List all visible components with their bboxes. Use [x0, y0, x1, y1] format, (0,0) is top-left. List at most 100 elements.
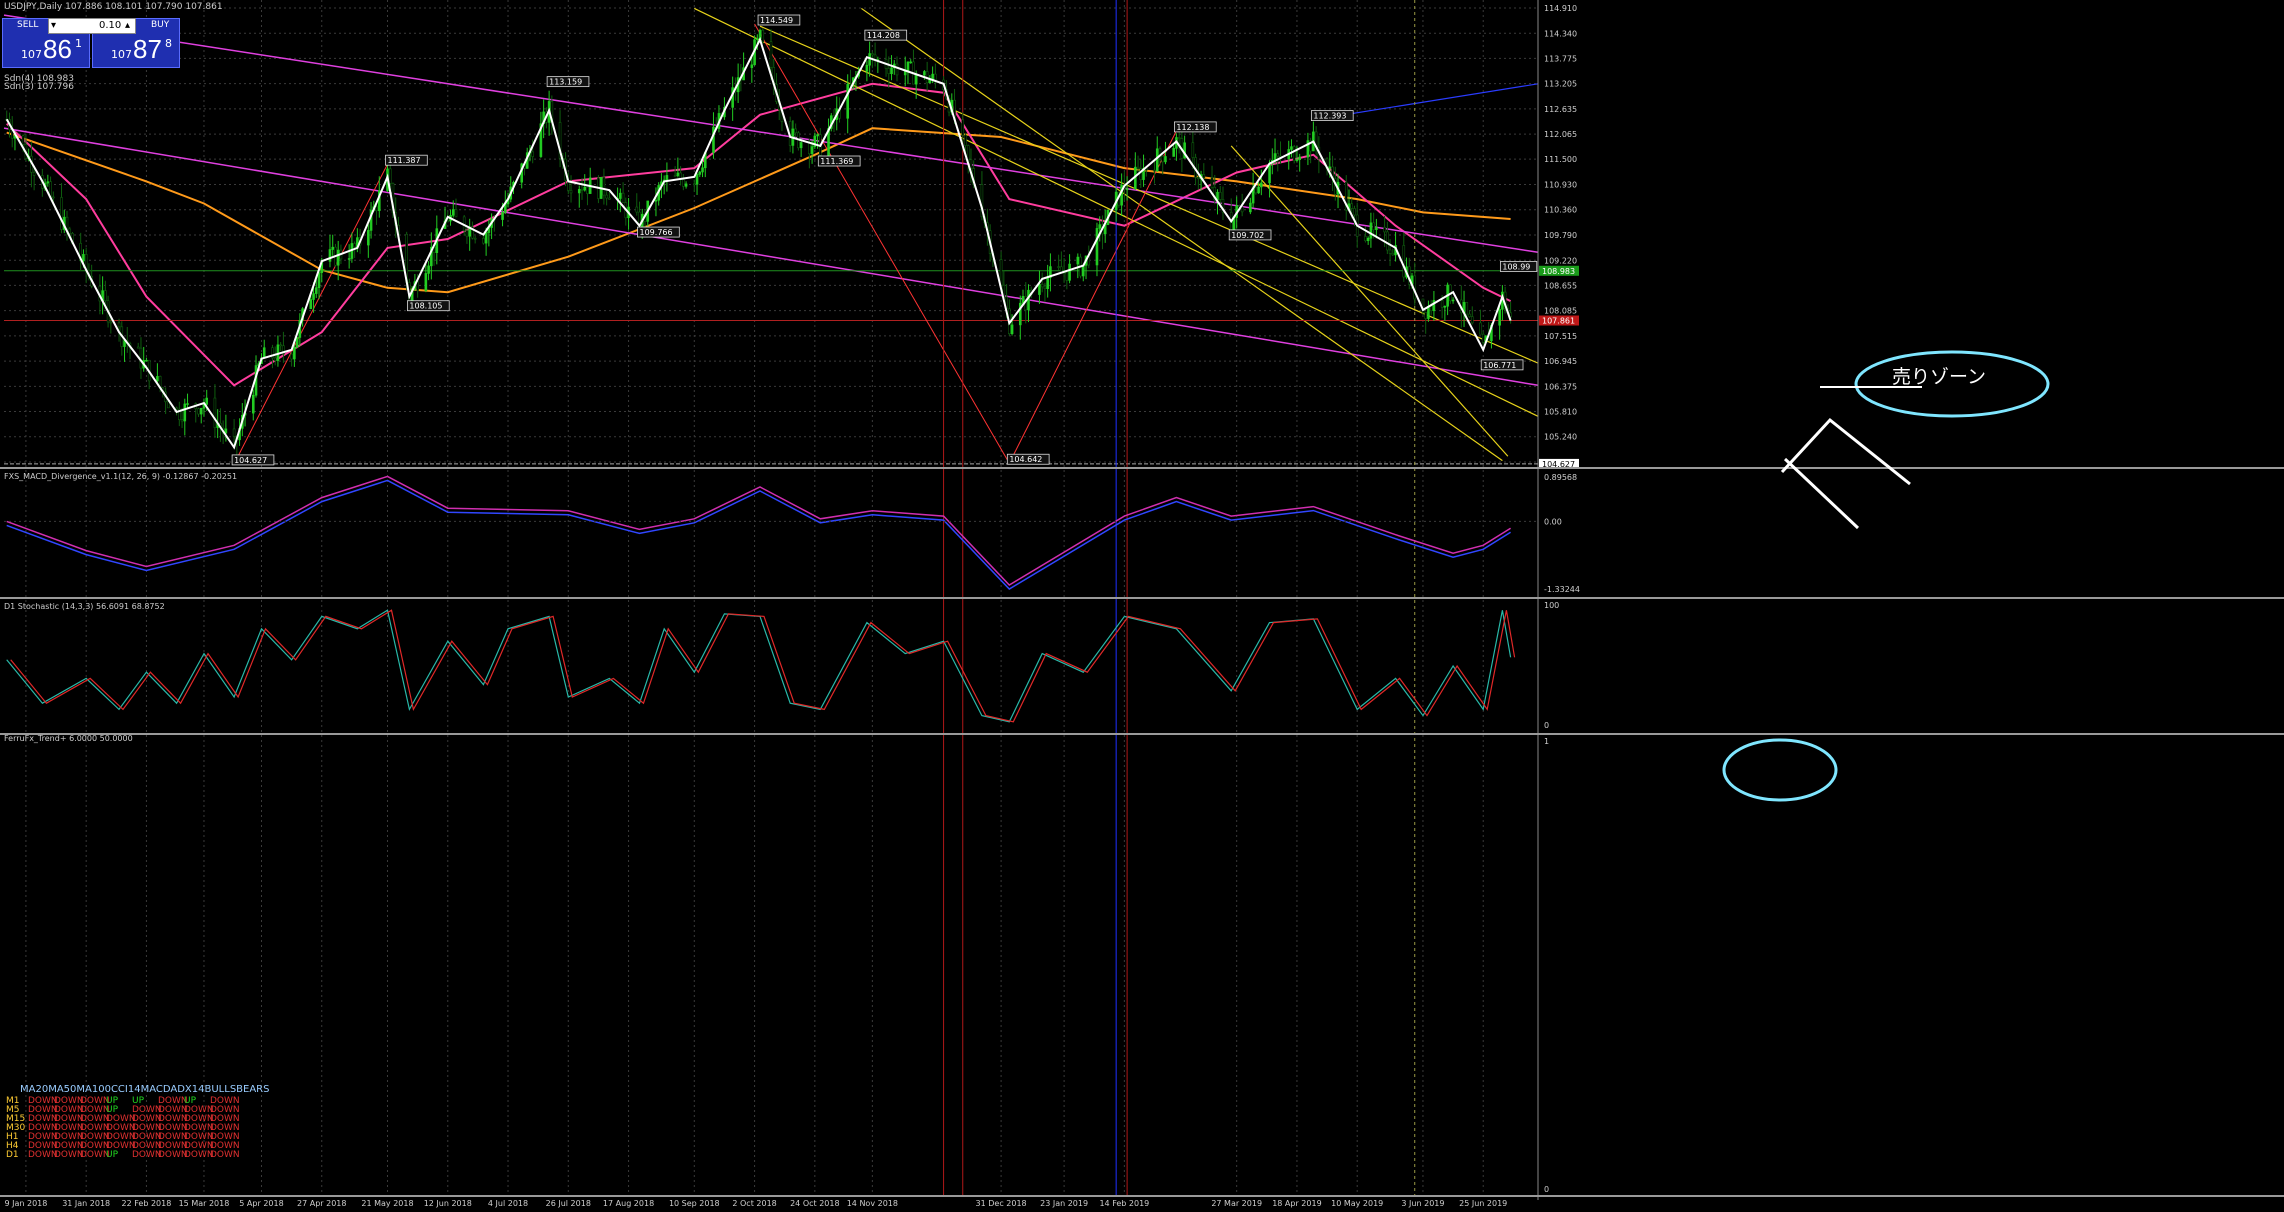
candle-body: [1498, 309, 1501, 326]
lot-decrease-icon[interactable]: ▾: [51, 20, 56, 31]
candle-body: [1440, 300, 1444, 308]
candle-body: [665, 175, 669, 181]
pivot-label: 104.627: [234, 456, 267, 465]
price-tick-label: 108.655: [1544, 281, 1577, 290]
candle-body: [1076, 256, 1080, 265]
candle-body: [1202, 174, 1206, 179]
candle-body: [698, 171, 702, 175]
time-tick-label: 15 Mar 2018: [179, 1199, 230, 1208]
macd-panel: FXS_MACD_Divergence_v1.1(12, 26, 9) -0.1…: [4, 472, 1580, 594]
candle-body: [1353, 208, 1356, 216]
zigzag-red-1: [233, 163, 388, 465]
chart-canvas[interactable]: 104.627 111.387 108.105 113.159 109.766 114.5…: [0, 0, 2284, 1212]
candle-body: [375, 206, 378, 211]
candle-body: [68, 228, 72, 234]
candle-body: [684, 183, 688, 187]
pivot-label: 114.208: [867, 31, 900, 40]
candle-body: [1249, 202, 1252, 213]
zigzag-red-down: [754, 23, 1010, 464]
candle-body: [1364, 236, 1367, 242]
candle-body: [895, 63, 899, 76]
candle-body: [909, 61, 913, 64]
candle-body: [750, 64, 754, 68]
candle-body: [1388, 249, 1392, 254]
candle-body: [1292, 146, 1296, 161]
candle-body: [273, 357, 277, 361]
candle-body: [1240, 206, 1244, 213]
trend-cell: DOWN: [80, 1150, 110, 1160]
trend-cell: DOWN: [54, 1150, 84, 1160]
candle-body: [60, 197, 63, 230]
candle-body: [290, 353, 293, 360]
time-tick-label: 3 Jun 2019: [1401, 1199, 1444, 1208]
candle-body: [1038, 283, 1041, 295]
candle-body: [213, 397, 217, 428]
candle-body: [1257, 186, 1260, 194]
price-marker-green: 108.983: [1542, 267, 1575, 276]
candle-body: [65, 216, 69, 230]
candle-body: [32, 171, 36, 176]
candle-body: [676, 172, 680, 176]
candle-body: [654, 199, 658, 202]
candle-body: [906, 61, 910, 72]
trend-cell: UP: [106, 1150, 119, 1160]
candle-body: [199, 407, 203, 415]
buy-price-sup: 8: [165, 37, 172, 50]
time-tick-label: 27 Apr 2018: [297, 1199, 346, 1208]
time-tick-label: 18 Apr 2019: [1272, 1199, 1321, 1208]
price-tick-label: 110.360: [1544, 206, 1577, 215]
candle-body: [756, 38, 759, 40]
pivot-label: 108.105: [409, 302, 442, 311]
candle-body: [145, 359, 148, 362]
candle-body: [312, 293, 315, 300]
time-tick-label: 14 Feb 2019: [1099, 1199, 1149, 1208]
candle-body: [602, 177, 606, 196]
yellow-channel-3: [1230, 145, 1509, 457]
candle-body: [923, 71, 926, 76]
panel-separators: [0, 467, 2284, 1197]
macd-axis-label: 0.00: [1544, 517, 1562, 526]
candle-body: [183, 403, 187, 422]
pivot-label: 111.387: [388, 156, 421, 165]
pivot-labels: 104.627 111.387 108.105 113.159 109.766 114.5…: [231, 14, 1538, 466]
lot-size-input[interactable]: ▾ 0.10 ▴: [48, 18, 136, 34]
candle-body: [347, 258, 351, 260]
macd-signal-line: [6, 479, 1511, 590]
white-arrow-lower: [1783, 457, 1860, 530]
candle-body: [794, 128, 797, 134]
candle-body: [769, 41, 773, 68]
lot-value: 0.10: [99, 20, 122, 31]
candle-body: [1290, 146, 1293, 150]
macd-axis-label: -1.33244: [1544, 585, 1580, 594]
candle-body: [482, 238, 485, 244]
candle-body: [673, 175, 677, 177]
candle-body: [232, 428, 236, 437]
time-tick-label: 27 Mar 2019: [1211, 1199, 1262, 1208]
candle-body: [1470, 316, 1474, 324]
pivot-label: 109.766: [640, 228, 673, 237]
pivot-label: 112.138: [1176, 123, 1209, 132]
price-tick-label: 106.375: [1544, 382, 1577, 391]
trend-row-d1: D1 DOWNDOWNDOWNUP DOWNDOWNDOWNDOWN: [6, 1150, 240, 1160]
candle-body: [1218, 191, 1222, 200]
candle-body: [336, 249, 340, 266]
candle-body: [761, 29, 765, 42]
candle-body: [887, 68, 891, 75]
candle-body: [701, 167, 704, 173]
pivot-label: 106.771: [1483, 361, 1516, 370]
candle-body: [1451, 299, 1455, 302]
candle-body: [810, 146, 814, 154]
candle-body: [1369, 222, 1373, 239]
price-tick-label: 110.930: [1544, 180, 1577, 189]
lot-increase-icon[interactable]: ▴: [125, 20, 130, 31]
candle-body: [180, 419, 184, 422]
price-tick-label: 114.910: [1544, 4, 1577, 13]
candle-body: [1040, 283, 1044, 288]
candle-body: [279, 344, 282, 347]
candle-body: [1177, 137, 1181, 139]
candle-body: [531, 151, 534, 157]
candle-body: [186, 403, 189, 405]
candle-body: [167, 401, 170, 409]
candle-body: [1197, 176, 1200, 179]
candle-body: [1328, 166, 1332, 169]
